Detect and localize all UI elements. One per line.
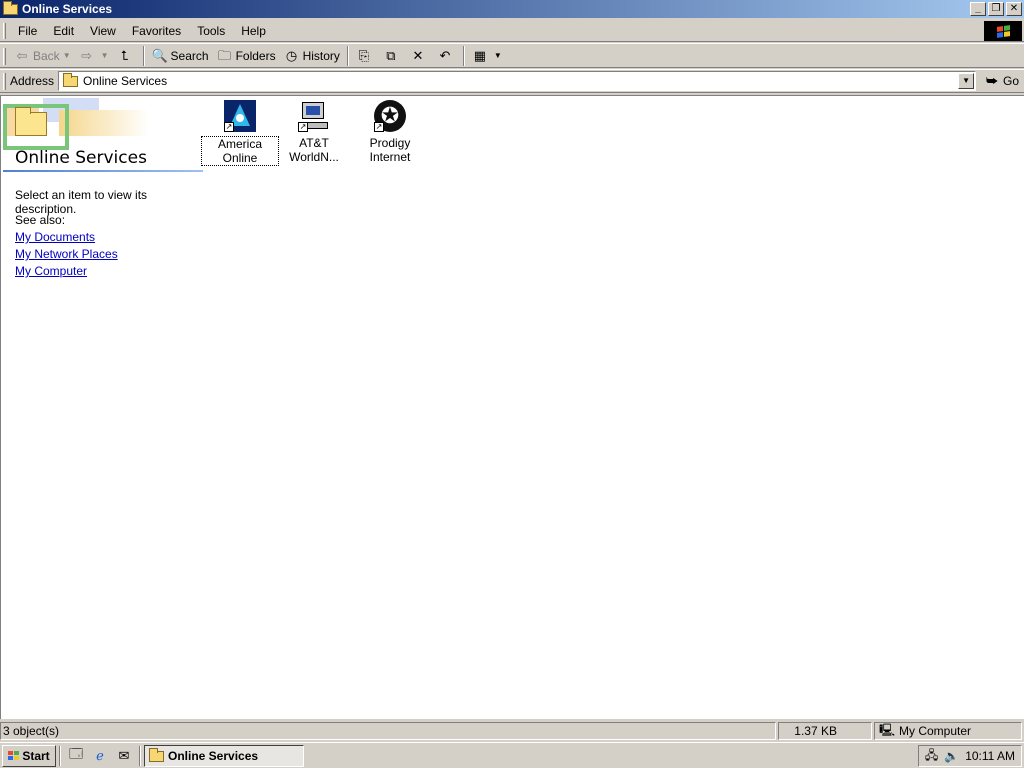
list-item-prodigy-internet[interactable]: ↗ Prodigy Internet [351, 100, 429, 164]
show-desktop-icon[interactable]: 🗔 [66, 746, 86, 766]
large-folder-icon [15, 107, 47, 136]
status-bar: 3 object(s) 1.37 KB 🖳 My Computer [0, 721, 1024, 741]
status-size: 1.37 KB [778, 722, 872, 740]
toolbar-grip[interactable] [3, 48, 6, 65]
undo-icon: ↶ [439, 47, 451, 63]
web-view-title: Online Services [15, 148, 147, 168]
restore-button[interactable]: ❐ [988, 2, 1004, 16]
address-bar: Address Online Services ▼ ⮩ Go [0, 69, 1024, 93]
back-dropdown-icon[interactable]: ▼ [63, 51, 71, 60]
go-button[interactable]: ⮩ Go [984, 73, 1019, 89]
search-button[interactable]: 🔍 Search [148, 45, 213, 67]
menu-bar: File Edit View Favorites Tools Help [0, 20, 1024, 42]
windows-logo-icon [984, 21, 1022, 41]
standard-toolbar: ⇦ Back ▼ ⇨ ▼ ⮤ 🔍 Search 🗀 Folders ◷ Hist… [0, 43, 1024, 68]
folders-icon: 🗀 [218, 47, 232, 63]
delete-icon: ✕ [412, 47, 424, 63]
folders-label: Folders [235, 48, 276, 63]
copy-to-icon: ⧉ [386, 47, 396, 63]
move-to-icon: ⎘ [358, 47, 370, 63]
minimize-button[interactable]: _ [970, 2, 986, 16]
window-title: Online Services [22, 2, 113, 16]
status-objects: 3 object(s) [0, 722, 776, 740]
up-folder-icon: ⮤ [120, 47, 129, 63]
move-to-button[interactable]: ⎘ [352, 45, 379, 67]
item-label: America Online [201, 136, 279, 166]
folder-icon [3, 1, 19, 16]
menu-view[interactable]: View [82, 24, 124, 38]
taskbar: Start 🗔 ℯ ✉ Online Services 🖧 🔈 10:11 AM [0, 742, 1024, 768]
go-label: Go [1003, 74, 1020, 88]
history-button[interactable]: ◷ History [280, 45, 344, 67]
network-icon[interactable]: 🖧 [925, 746, 938, 767]
views-icon: ▦ [473, 47, 487, 63]
explorer-window: Online Services _ ❐ ✕ File Edit View Fav… [0, 0, 1024, 742]
link-my-computer[interactable]: My Computer [15, 264, 118, 281]
start-button[interactable]: Start [2, 744, 56, 767]
system-tray: 🖧 🔈 10:11 AM [918, 745, 1022, 767]
computer-icon: 🖳 [879, 722, 896, 737]
forward-dropdown-icon[interactable]: ▼ [101, 51, 109, 60]
go-arrow-icon: ⮩ [985, 73, 999, 88]
address-input[interactable]: Online Services ▼ [58, 71, 977, 91]
views-dropdown-icon[interactable]: ▼ [494, 51, 502, 60]
link-my-documents[interactable]: My Documents [15, 230, 118, 247]
clock[interactable]: 10:11 AM [965, 749, 1015, 763]
history-icon: ◷ [285, 47, 298, 63]
search-label: Search [170, 48, 209, 63]
menu-file[interactable]: File [10, 24, 45, 38]
web-view-pane: Online Services Select an item to view i… [1, 96, 203, 716]
back-button[interactable]: ⇦ Back ▼ [10, 45, 75, 67]
address-label: Address [10, 74, 55, 88]
list-item-att-worldnet[interactable]: ↗ AT&T WorldN... [275, 100, 353, 164]
list-item-america-online[interactable]: ↗ America Online [201, 100, 279, 166]
up-button[interactable]: ⮤ [113, 45, 140, 67]
title-bar[interactable]: Online Services _ ❐ ✕ [0, 0, 1024, 18]
windows-logo-icon [8, 751, 20, 760]
att-worldnet-icon: ↗ [298, 100, 330, 132]
close-button[interactable]: ✕ [1006, 2, 1022, 16]
prodigy-icon: ↗ [374, 100, 406, 132]
volume-icon[interactable]: 🔈 [944, 749, 959, 763]
menu-edit[interactable]: Edit [45, 24, 82, 38]
menubar-grip[interactable] [3, 23, 6, 39]
web-view-description: Select an item to view its description. [15, 188, 148, 216]
menu-favorites[interactable]: Favorites [124, 24, 189, 38]
folder-icon [149, 748, 164, 762]
menu-help[interactable]: Help [233, 24, 274, 38]
addressbar-grip[interactable] [3, 73, 6, 90]
item-label: Prodigy Internet [369, 136, 411, 164]
taskbar-item-online-services[interactable]: Online Services [144, 744, 304, 767]
back-label: Back [33, 48, 60, 63]
outlook-express-icon[interactable]: ✉ [114, 746, 134, 766]
status-zone: 🖳 My Computer [874, 722, 1022, 740]
history-label: History [302, 48, 340, 63]
address-dropdown-icon[interactable]: ▼ [958, 73, 975, 89]
back-arrow-icon: ⇦ [16, 47, 28, 63]
internet-explorer-icon[interactable]: ℯ [90, 746, 110, 766]
menu-tools[interactable]: Tools [189, 24, 233, 38]
folder-content[interactable]: Online Services Select an item to view i… [0, 95, 1024, 719]
folder-icon [63, 72, 79, 87]
item-label: AT&T WorldN... [289, 136, 339, 164]
forward-arrow-icon: ⇨ [81, 47, 93, 63]
link-my-network-places[interactable]: My Network Places [15, 247, 118, 264]
address-value: Online Services [83, 74, 168, 88]
search-icon: 🔍 [151, 47, 168, 63]
views-button[interactable]: ▦ ▼ [468, 45, 506, 67]
forward-button[interactable]: ⇨ ▼ [75, 45, 113, 67]
see-also-label: See also: [15, 213, 66, 227]
copy-to-button[interactable]: ⧉ [379, 45, 406, 67]
undo-button[interactable]: ↶ [433, 45, 460, 67]
aol-icon: ↗ [224, 100, 256, 132]
folders-button[interactable]: 🗀 Folders [213, 45, 280, 67]
delete-button[interactable]: ✕ [406, 45, 433, 67]
